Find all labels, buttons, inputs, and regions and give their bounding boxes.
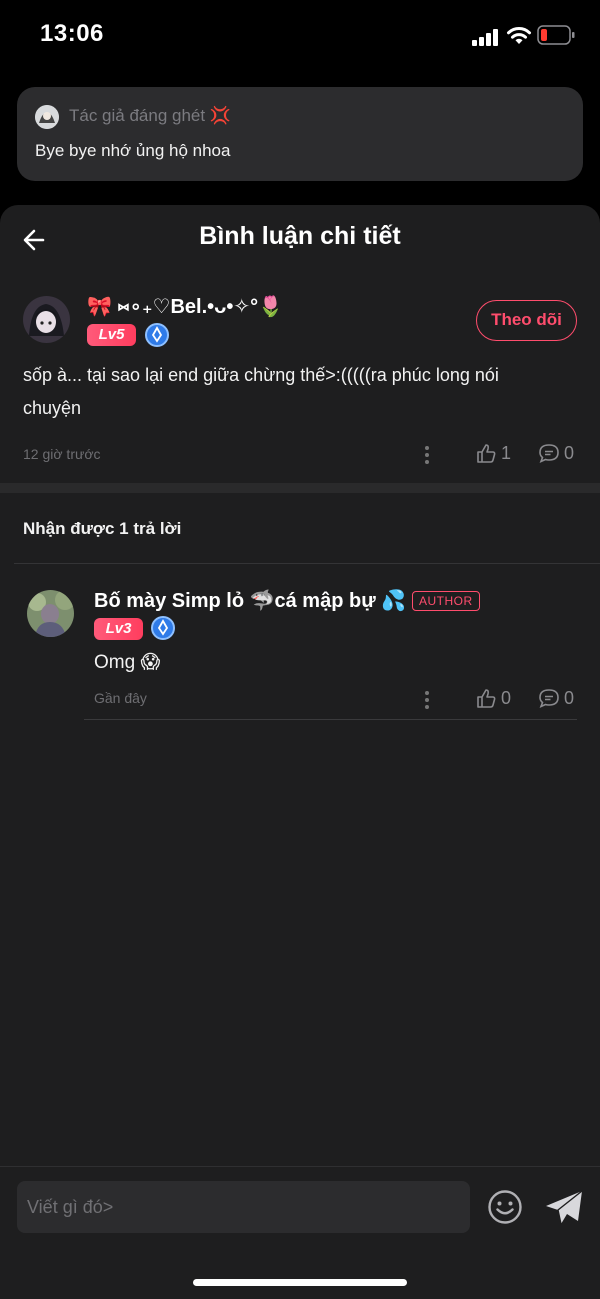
comment-bubble-icon [539, 444, 559, 464]
reply-level-badge: Lv3 [94, 618, 143, 640]
reply-button[interactable]: 0 [538, 441, 574, 465]
send-icon[interactable] [544, 1188, 584, 1228]
reply-verified-icon [151, 616, 175, 640]
reply-more-options-icon[interactable] [424, 690, 430, 710]
home-indicator [193, 1279, 407, 1286]
notification-avatar [35, 105, 59, 129]
notification-sender: Tác giả đáng ghét 💢 [69, 106, 231, 125]
comment-username[interactable]: 🎀 ⑅∘₊♡Bel.•ᴗ•✧°🌷 [87, 294, 283, 319]
comment-bubble-icon [539, 689, 559, 709]
page-title: Bình luận chi tiết [199, 222, 401, 250]
notification-banner[interactable]: Tác giả đáng ghét 💢 Bye bye nhớ ủng hộ n… [17, 87, 583, 181]
reply-divider [84, 719, 577, 720]
wifi-icon [507, 27, 531, 44]
reply-like-button[interactable]: 0 [475, 686, 511, 710]
comment-input[interactable] [17, 1181, 470, 1233]
reply-reply-button[interactable]: 0 [538, 686, 574, 710]
reply-like-count: 0 [501, 687, 512, 708]
level-badge: Lv5 [87, 324, 136, 346]
input-bar-divider [0, 1166, 600, 1167]
notification-message: Bye bye nhớ ủng hộ nhoa [35, 141, 231, 160]
divider [14, 563, 600, 564]
replies-count-label: Nhận được 1 trả lời [23, 519, 182, 538]
like-count: 1 [501, 442, 512, 463]
verified-icon [145, 323, 169, 347]
battery-icon [537, 25, 575, 45]
avatar[interactable] [23, 296, 70, 343]
section-divider [0, 483, 600, 493]
more-options-icon[interactable] [424, 445, 430, 465]
reply-text: Omg 😱 [94, 652, 161, 673]
signal-icon [472, 28, 500, 46]
reply-count: 0 [564, 442, 575, 463]
thumbs-up-icon [477, 444, 496, 463]
emoji-icon[interactable] [487, 1189, 523, 1225]
comment-detail-sheet: Bình luận chi tiết 🎀 ⑅∘₊♡Bel.•ᴗ•✧°🌷 Lv5 … [0, 205, 600, 1299]
status-bar: 13:06 [0, 0, 600, 72]
comment-text: sốp à... tại sao lại end giữa chừng thế>… [23, 365, 499, 418]
follow-button[interactable]: Theo dõi [476, 300, 577, 341]
reply-avatar[interactable] [27, 590, 74, 637]
like-button[interactable]: 1 [475, 441, 511, 465]
thumbs-up-icon [477, 689, 496, 708]
reply-time: Gần đây [94, 690, 147, 706]
author-tag: AUTHOR [412, 591, 480, 611]
comment-time: 12 giờ trước [23, 446, 101, 462]
status-time: 13:06 [40, 20, 104, 47]
reply-username[interactable]: Bố mày Simp lỏ 🦈cá mập bự 💦 [94, 588, 406, 613]
reply-reply-count: 0 [564, 687, 575, 708]
